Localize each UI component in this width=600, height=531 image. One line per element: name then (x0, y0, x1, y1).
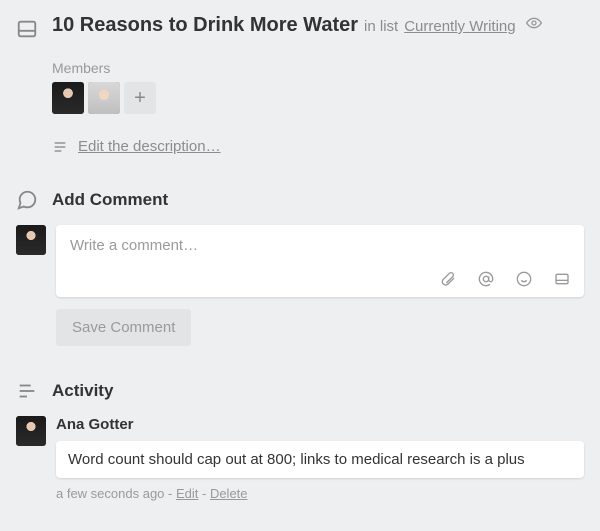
add-comment-heading: Add Comment (52, 190, 168, 210)
activity-delete-link[interactable]: Delete (210, 486, 248, 501)
comment-input[interactable] (70, 237, 570, 254)
activity-timestamp: a few seconds ago (56, 486, 164, 501)
card-ref-icon[interactable] (554, 271, 570, 287)
watch-icon (526, 15, 542, 31)
save-comment-button[interactable]: Save Comment (56, 309, 191, 346)
member-avatar[interactable] (88, 82, 120, 114)
emoji-icon[interactable] (516, 271, 532, 287)
member-avatar[interactable] (52, 82, 84, 114)
members-label: Members (52, 60, 584, 76)
activity-author-name[interactable]: Ana Gotter (56, 416, 584, 433)
description-icon (52, 139, 68, 155)
activity-icon (16, 380, 38, 402)
card-title[interactable]: 10 Reasons to Drink More Water (52, 14, 358, 37)
list-link[interactable]: Currently Writing (404, 18, 515, 35)
attachment-icon[interactable] (440, 271, 456, 287)
activity-edit-link[interactable]: Edit (176, 486, 198, 501)
activity-heading: Activity (52, 381, 113, 401)
activity-author-avatar[interactable] (16, 416, 46, 446)
comment-icon (16, 189, 38, 211)
card-icon (16, 18, 38, 40)
add-member-button[interactable]: + (124, 82, 156, 114)
comment-box[interactable] (56, 225, 584, 297)
in-list-label: in list (364, 18, 398, 35)
current-user-avatar[interactable] (16, 225, 46, 255)
activity-comment-text: Word count should cap out at 800; links … (56, 441, 584, 478)
mention-icon[interactable] (478, 271, 494, 287)
edit-description-link[interactable]: Edit the description… (78, 138, 221, 155)
